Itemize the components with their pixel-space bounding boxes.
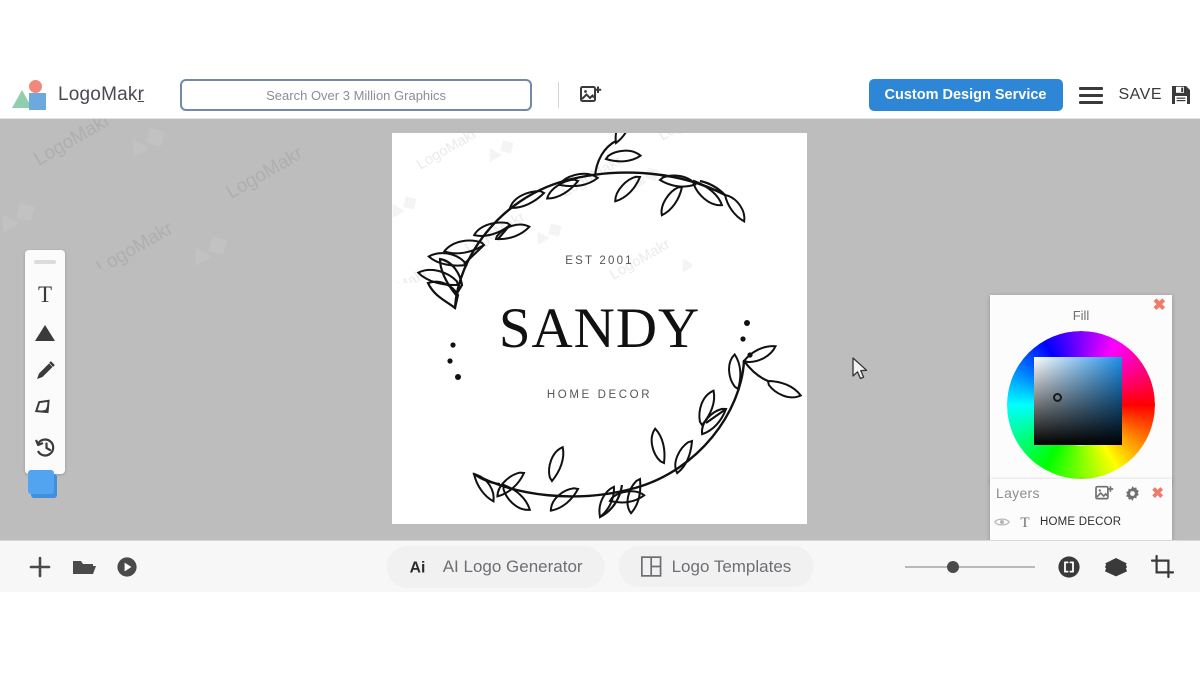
color-picker-marker[interactable] — [1053, 393, 1062, 402]
brand-name: LogoMakr — [58, 84, 144, 106]
mouse-pointer-cursor — [852, 357, 868, 380]
fit-to-screen-icon[interactable] — [1057, 555, 1081, 579]
text-t-icon: T — [38, 283, 52, 307]
draw-tool[interactable] — [26, 352, 64, 390]
layers-stack-icon[interactable] — [1103, 556, 1129, 578]
brand-name-tail: r — [137, 84, 145, 105]
left-toolbar: T — [25, 250, 65, 474]
fill-panel-close-icon[interactable]: ✖ — [1153, 298, 1166, 314]
add-image-icon[interactable] — [579, 83, 603, 107]
gear-icon[interactable] — [1124, 485, 1141, 502]
header-divider — [558, 82, 560, 108]
logo-templates-button[interactable]: Logo Templates — [618, 546, 814, 587]
layers-panel-close-icon[interactable]: ✖ — [1151, 486, 1164, 501]
hamburger-menu-icon[interactable] — [1078, 86, 1103, 104]
brand-name-head: LogoMak — [58, 84, 138, 105]
layers-panel-title: Layers — [996, 485, 1040, 501]
layers-list: T HOME DECOR T EST 2001 — [990, 507, 1172, 540]
custom-design-service-button[interactable]: Custom Design Service — [868, 79, 1063, 111]
svg-text:T: T — [38, 283, 52, 307]
app-header: LogoMakr Search Over 3 Million Graphics … — [0, 72, 1200, 119]
folder-open-icon[interactable] — [72, 557, 96, 577]
canvas-brand-text[interactable]: SANDY — [392, 296, 807, 361]
header-right-actions: Custom Design Service SAVE — [868, 79, 1193, 111]
text-tool[interactable]: T — [26, 276, 64, 314]
brand-logo[interactable]: LogoMakr — [12, 80, 144, 110]
ai-logo-generator-button[interactable]: Ai AI Logo Generator — [386, 545, 605, 588]
layer-row[interactable]: T HOME DECOR — [994, 509, 1172, 534]
bottom-center-actions: Ai AI Logo Generator Logo Templates — [386, 545, 814, 588]
layers-add-image-icon[interactable] — [1095, 485, 1114, 502]
shape-tool[interactable] — [26, 314, 64, 352]
layer-name: HOME DECOR — [1040, 515, 1122, 528]
zoom-slider-handle[interactable] — [947, 560, 959, 573]
bottom-toolbar: Ai AI Logo Generator Logo Templates — [0, 540, 1200, 592]
color-swatch[interactable] — [28, 470, 58, 498]
floppy-disk-save-icon — [1172, 86, 1190, 104]
logo-templates-label: Logo Templates — [671, 556, 792, 576]
text-t-icon: T — [1020, 515, 1029, 530]
triangle-shape-icon — [35, 325, 55, 341]
logomakr-shapes-icon — [12, 80, 48, 110]
history-tool[interactable] — [26, 428, 64, 466]
eye-icon[interactable] — [994, 516, 1010, 528]
canvas-tagline-text[interactable]: HOME DECOR — [392, 389, 807, 401]
ai-icon: Ai — [410, 559, 426, 576]
fill-panel-title: Fill — [1072, 308, 1090, 323]
design-canvas[interactable]: LogoMakr — [392, 133, 807, 524]
svg-text:Ai: Ai — [410, 559, 426, 576]
logomakr-app: LogoMakr Search Over 3 Million Graphics … — [0, 0, 1200, 675]
crop-icon[interactable] — [1151, 555, 1174, 578]
bottom-left-actions — [28, 555, 138, 579]
workspace-watermark: LogoMakr — [0, 119, 300, 269]
save-button[interactable]: SAVE — [1119, 84, 1193, 106]
save-button-label: SAVE — [1118, 86, 1162, 103]
toolbar-drag-grip[interactable] — [34, 260, 56, 264]
zoom-slider-track[interactable] — [905, 565, 1035, 568]
zoom-slider[interactable] — [905, 560, 1035, 574]
play-circle-icon[interactable] — [116, 556, 138, 578]
bottom-right-controls — [905, 555, 1174, 579]
layers-panel: Layers ✖ T HOME DECOR — [990, 479, 1172, 540]
canvas-est-text[interactable]: EST 2001 — [392, 255, 807, 267]
svg-text:T: T — [1020, 515, 1029, 530]
clock-history-icon — [34, 437, 54, 457]
pencil-icon — [37, 361, 55, 379]
hue-ring-color-wheel[interactable] — [1007, 331, 1155, 479]
fill-tool[interactable] — [26, 390, 64, 428]
search-input[interactable]: Search Over 3 Million Graphics — [180, 79, 533, 111]
paint-bucket-icon — [34, 399, 50, 414]
plus-add-icon[interactable] — [28, 555, 52, 579]
layers-panel-header: Layers ✖ — [990, 479, 1172, 507]
fill-panel: ✖ Fill — [990, 295, 1172, 482]
search-placeholder: Search Over 3 Million Graphics — [266, 87, 447, 103]
canvas-workspace[interactable]: LogoMakr LogoMakr — [0, 119, 1200, 540]
saturation-value-square[interactable] — [1034, 357, 1122, 445]
ai-logo-generator-label: AI Logo Generator — [442, 556, 583, 576]
grid-layout-icon — [640, 556, 662, 577]
